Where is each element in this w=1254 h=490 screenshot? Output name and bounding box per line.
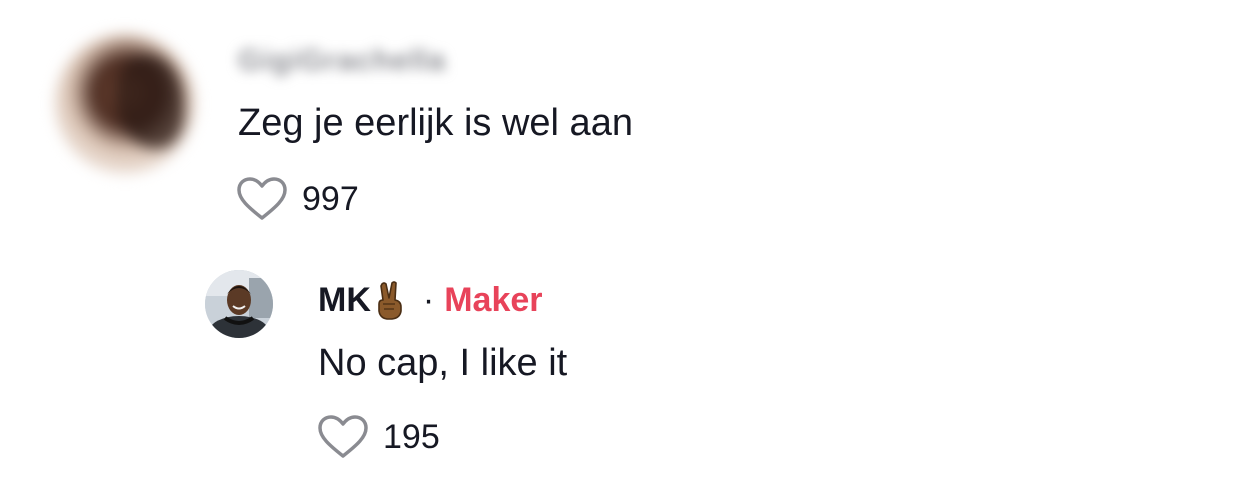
creator-badge: Maker	[444, 280, 543, 319]
commenter-username[interactable]: GigiGrachella	[238, 44, 494, 80]
victory-hand-icon	[378, 281, 402, 320]
comment-like-row[interactable]: 997	[236, 176, 359, 222]
reply-username[interactable]: MK	[318, 281, 371, 320]
like-count: 195	[383, 418, 440, 456]
reply-text: No cap, I like it	[318, 342, 568, 384]
person-photo-icon	[205, 270, 273, 338]
separator-dot: ·	[422, 280, 435, 319]
reply-avatar[interactable]	[205, 270, 273, 338]
commenter-avatar[interactable]	[55, 34, 195, 174]
heart-icon[interactable]	[317, 414, 369, 460]
like-count: 997	[302, 180, 359, 218]
comment-thread: GigiGrachella Zeg je eerlijk is wel aan …	[0, 0, 1254, 490]
reply-like-row[interactable]: 195	[317, 414, 440, 460]
heart-icon[interactable]	[236, 176, 288, 222]
comment-text: Zeg je eerlijk is wel aan	[238, 102, 633, 144]
reply-header: MK · Maker	[318, 278, 543, 322]
avatar-blur	[115, 54, 185, 149]
